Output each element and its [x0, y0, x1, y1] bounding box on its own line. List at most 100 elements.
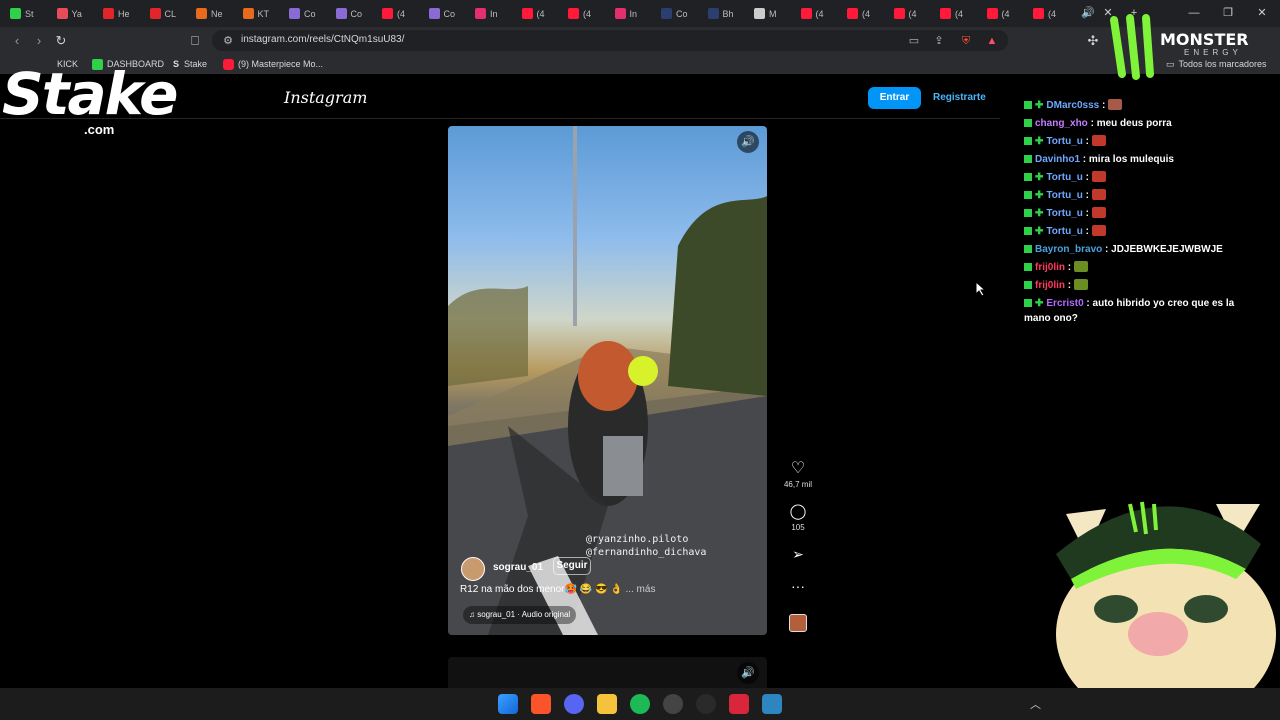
tab-favicon-icon — [242, 8, 254, 19]
subscriber-badge-icon: ✚ — [1035, 208, 1044, 219]
more-options-button[interactable]: ··· — [780, 578, 816, 596]
tab-favicon-icon — [196, 8, 207, 19]
chat-username[interactable]: Tortu_u — [1046, 190, 1082, 201]
chat-username[interactable]: Davinho1 — [1035, 154, 1080, 165]
chat-emote-icon — [1091, 171, 1106, 182]
chat-separator: : — [1082, 226, 1092, 237]
browser-tab[interactable]: (4 — [568, 4, 591, 23]
bookmark-icon[interactable]: ⎕ — [186, 32, 204, 50]
reel-username[interactable]: sograu_01 — [493, 562, 543, 573]
bookmarks-bar: KICK DASHBOARD S Stake (9) Masterpiece Mo… — [0, 54, 1280, 74]
follow-button[interactable]: Seguir — [553, 557, 591, 575]
kick-badge-icon — [1024, 209, 1032, 217]
browser-tab[interactable]: (4 — [940, 4, 963, 23]
browser-tab[interactable]: In — [614, 4, 638, 23]
address-bar[interactable]: ⚙ instagram.com/reels/CtNQm1suU83/ ▭ ⇪ ⛨… — [212, 30, 1008, 51]
chat-message: chang_xho : meu deus porra — [1024, 116, 1260, 131]
tray-chevron-icon[interactable]: ︿ — [1030, 696, 1041, 712]
stake-domain: .com — [84, 122, 115, 137]
brave-rewards-icon[interactable]: ▲ — [984, 33, 1000, 49]
browser-tab[interactable]: (4 — [382, 4, 405, 23]
browser-toolbar: ‹ › ↻ ⎕ ⚙ instagram.com/reels/CtNQm1suU8… — [0, 27, 1280, 54]
chat-username[interactable]: Tortu_u — [1046, 172, 1082, 183]
kick-badge-icon — [1024, 137, 1032, 145]
browser-tab[interactable]: KT — [242, 4, 269, 23]
audio-thumbnail[interactable] — [780, 614, 816, 637]
tab-label: In — [629, 8, 638, 19]
sound-icon[interactable]: 🔊 — [737, 131, 759, 153]
monster-subword: ENERGY — [1184, 48, 1242, 57]
browser-tab[interactable]: Ne — [196, 4, 223, 23]
browser-tab[interactable]: Ya — [56, 4, 82, 23]
bookmark-youtube[interactable]: (9) Masterpiece Mo... — [223, 57, 323, 71]
brave-shield-icon[interactable]: ⛨ — [958, 33, 974, 49]
chat-username[interactable]: Bayron_bravo — [1035, 244, 1102, 255]
sound-icon[interactable]: 🔊 — [737, 662, 759, 684]
avatar[interactable] — [461, 557, 485, 581]
browser-tab[interactable]: He — [103, 4, 130, 23]
windows-start-icon[interactable] — [498, 694, 518, 714]
back-icon[interactable]: ‹ — [8, 32, 26, 50]
browser-tab[interactable]: Co — [335, 4, 363, 23]
chat-username[interactable]: Tortu_u — [1046, 208, 1082, 219]
chat-emote-icon — [1091, 189, 1106, 200]
chat-separator: : — [1080, 154, 1089, 165]
browser-tab[interactable]: Co — [661, 4, 688, 23]
spotify-icon[interactable] — [630, 694, 650, 714]
browser-tab[interactable]: (4 — [800, 4, 824, 23]
signup-link[interactable]: Registrarte — [933, 92, 986, 103]
tab-label: Bh — [722, 8, 734, 19]
browser-tab[interactable]: (4 — [1033, 4, 1056, 23]
browser-tab[interactable]: CL — [149, 4, 176, 23]
chat-emote-icon — [1073, 279, 1088, 290]
share-button[interactable]: ➢ — [780, 546, 816, 564]
browser-tab[interactable]: St — [10, 4, 34, 23]
stake-logo: Stake .com — [0, 60, 180, 140]
calculator-icon[interactable] — [762, 694, 782, 714]
chat-username[interactable]: frij0lin — [1035, 280, 1065, 291]
caption-more-link[interactable]: ... más — [625, 584, 655, 595]
brave-browser-icon[interactable] — [531, 694, 551, 714]
login-button[interactable]: Entrar — [868, 87, 921, 109]
forward-icon[interactable]: › — [30, 32, 48, 50]
browser-tab[interactable]: (4 — [521, 4, 545, 23]
browser-tab-strip: 🔊 ✕ + — ❐ ✕ St Ya He CL Ne KT Co Co (4 Co In (4 (4 In… — [0, 0, 1280, 27]
chat-username[interactable]: DMarc0sss — [1046, 100, 1099, 111]
tab-label: Co — [350, 8, 363, 19]
browser-tab[interactable]: M — [754, 4, 777, 23]
app-icon[interactable] — [696, 694, 716, 714]
browser-tab[interactable]: In — [475, 4, 498, 23]
reload-icon[interactable]: ↻ — [52, 32, 70, 50]
heart-icon: ♡ — [790, 460, 806, 477]
reel-audio[interactable]: ♫ sograu_01 · Audio original — [463, 606, 577, 624]
cast-icon[interactable]: ▭ — [906, 33, 922, 49]
like-button[interactable]: ♡ 46,7 mil — [780, 458, 816, 489]
tab-label: (4 — [397, 8, 406, 19]
discord-icon[interactable] — [564, 694, 584, 714]
extensions-icon[interactable]: ✣ — [1084, 32, 1102, 50]
chat-username[interactable]: Tortu_u — [1046, 136, 1082, 147]
chat-username[interactable]: Tortu_u — [1046, 226, 1082, 237]
valorant-icon[interactable] — [729, 694, 749, 714]
browser-tab[interactable]: (4 — [986, 4, 1010, 23]
tab-label: In — [490, 8, 498, 19]
share-icon[interactable]: ⇪ — [931, 33, 947, 49]
browser-tab[interactable]: Co — [289, 4, 316, 23]
kick-badge-icon — [1024, 263, 1032, 271]
comment-button[interactable]: ◯ 105 — [780, 502, 816, 532]
file-explorer-icon[interactable] — [597, 694, 617, 714]
chat-username[interactable]: Ercrist0 — [1046, 298, 1083, 309]
tab-favicon-icon — [382, 8, 393, 19]
chat-username[interactable]: frij0lin — [1035, 262, 1065, 273]
site-settings-icon[interactable]: ⚙ — [220, 33, 236, 49]
chat-text: mira los mulequis — [1088, 154, 1174, 165]
browser-tab[interactable]: Bh — [707, 4, 734, 23]
chat-username[interactable]: chang_xho — [1035, 118, 1088, 129]
browser-tab[interactable]: Co — [428, 4, 456, 23]
tab-label: Co — [443, 8, 456, 19]
browser-tab[interactable]: (4 — [847, 4, 870, 23]
obs-icon[interactable] — [663, 694, 683, 714]
browser-tab[interactable]: (4 — [893, 4, 917, 23]
tab-favicon-icon — [893, 8, 905, 19]
instagram-logo[interactable]: Instagram — [284, 88, 367, 107]
